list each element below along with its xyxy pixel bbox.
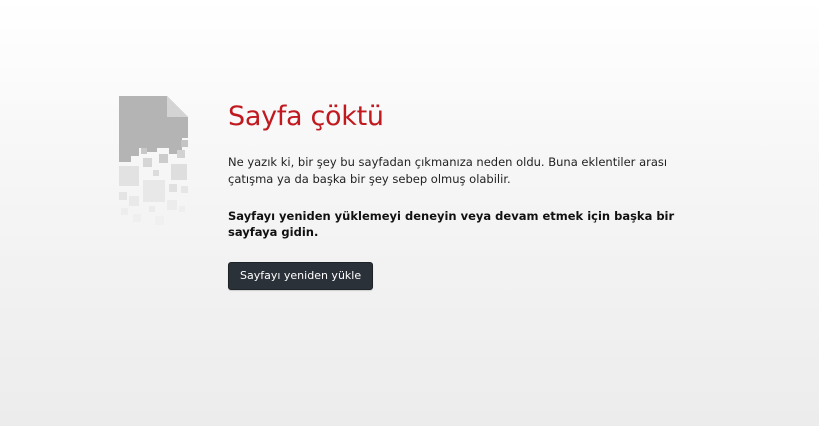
error-description: Ne yazık ki, bir şey bu sayfadan çıkmanı… xyxy=(228,155,668,186)
error-advice: Sayfayı yeniden yüklemeyi deneyin veya d… xyxy=(228,209,675,239)
crashed-page-icon xyxy=(119,96,188,225)
reload-page-button[interactable]: Sayfayı yeniden yükle xyxy=(228,262,374,290)
page-title: Sayfa çöktü xyxy=(228,101,384,132)
error-content: Sayfa çöktü Ne yazık ki, bir şey bu sayf… xyxy=(228,100,708,290)
